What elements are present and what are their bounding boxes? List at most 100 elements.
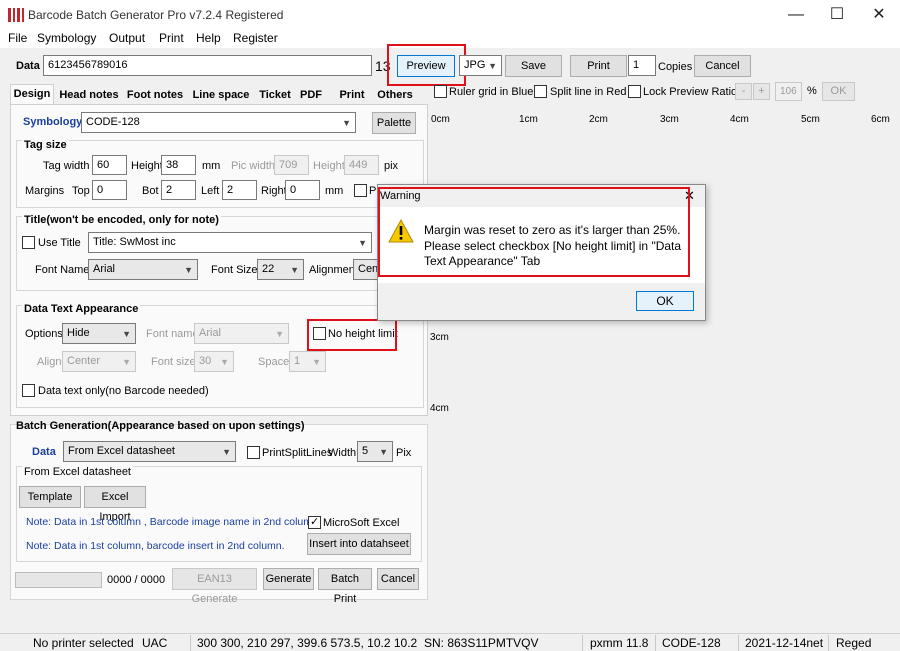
ruler-left-mark: 3cm [430,332,449,343]
alignment-label: Alignment [309,264,358,276]
note-image-name: Note: Data in 1st column , Barcode image… [26,516,318,528]
pic-height-label: Height [313,160,345,172]
menu-output[interactable]: Output [109,30,145,46]
pic-height-input[interactable]: 449 [344,155,379,175]
symbology-select[interactable]: CODE-128 ▼ [81,112,356,133]
dialog-ok-button[interactable]: OK [636,291,694,311]
menu-symbology[interactable]: Symbology [37,30,96,46]
maximize-icon[interactable]: ☐ [826,4,848,26]
status-code: CODE-128 [662,636,721,650]
print-split-lines-checkbox[interactable] [247,446,260,459]
copies-input[interactable]: 1 [628,55,656,76]
split-line-checkbox[interactable] [534,85,547,98]
menu-help[interactable]: Help [196,30,221,46]
partial-checkbox[interactable] [354,184,367,197]
data-source-select[interactable]: From Excel datasheet ▼ [63,441,236,462]
tab-foot-notes[interactable]: Foot notes [124,86,186,104]
chevron-down-icon: ▼ [290,265,299,275]
split-width-value: 5 [362,445,369,457]
chevron-down-icon: ▼ [275,329,284,339]
margin-left-input[interactable]: 2 [222,180,257,200]
generate-button[interactable]: Generate [263,568,314,590]
data-text-only-label: Data text only(no Barcode needed) [38,385,209,397]
margin-right-input[interactable]: 0 [285,180,320,200]
symbology-label: Symbology [23,116,83,128]
chevron-down-icon: ▼ [379,447,388,457]
status-printer: No printer selected [33,636,134,650]
chevron-down-icon: ▼ [184,265,193,275]
dt-font-name-select[interactable]: Arial ▼ [194,323,289,344]
menu-print[interactable]: Print [159,30,184,46]
ratio-input[interactable]: 106 [775,82,802,101]
batch-cancel-button[interactable]: Cancel [377,568,419,590]
excel-import-button[interactable]: Excel Import [84,486,146,523]
dt-font-size-label: Font size [151,356,196,368]
insert-datasheet-button[interactable]: Insert into datahseet [307,533,411,555]
save-button[interactable]: Save [505,55,562,77]
dt-font-name-value: Arial [199,327,222,339]
format-select[interactable]: JPG ▼ [459,55,502,76]
ean13-generate-button[interactable]: EAN13 Generate [172,568,257,605]
zoom-plus-button[interactable]: + [753,83,770,100]
status-bar: No printer selected UAC 300 300, 210 297… [0,633,900,651]
tag-height-input[interactable]: 38 [161,155,196,175]
ruler-top-mark: 1cm [519,114,538,125]
menu-file[interactable]: File [8,30,27,46]
status-serial: SN: 863S11PMTVQV [424,636,539,650]
status-uac: UAC [142,636,168,650]
menu-register[interactable]: Register [233,30,278,46]
tag-width-input[interactable]: 60 [92,155,127,175]
preview-highlight [387,44,466,86]
batch-heading: Batch Generation(Appearance based on upo… [16,420,305,432]
space-value: 1 [294,355,301,367]
margins-unit-label: mm [325,185,344,197]
options-value: Hide [67,327,90,339]
font-name-select[interactable]: Arial ▼ [88,259,198,280]
print-split-lines-label: PrintSplitLines [262,447,333,459]
align-select[interactable]: Center ▼ [62,351,136,372]
space-select[interactable]: 1 ▼ [289,351,326,372]
font-size-label: Font Size [211,264,258,276]
split-width-select[interactable]: 5 ▼ [357,441,393,462]
pic-width-label: Pic width [231,160,276,172]
lock-ratio-label: Lock Preview Ratio [643,86,738,98]
title-value: Title: SwMost inc [93,236,176,248]
tab-line-space[interactable]: Line space [190,86,252,104]
title-select[interactable]: Title: SwMost inc ▼ [88,232,372,253]
status-separator [738,635,739,651]
tab-ticket[interactable]: Ticket [256,86,294,104]
close-icon[interactable]: ✕ [868,4,890,26]
font-name-value: Arial [93,263,116,275]
excel-subheading: From Excel datasheet [22,466,133,478]
tab-head-notes[interactable]: Head notes [58,86,120,104]
microsoft-excel-checkbox[interactable] [308,515,321,529]
chevron-down-icon: ▼ [358,238,367,248]
ratio-ok-button[interactable]: OK [822,82,855,101]
margin-bot-input[interactable]: 2 [161,180,196,200]
data-text-only-checkbox[interactable] [22,384,35,397]
margin-top-input[interactable]: 0 [92,180,127,200]
use-title-checkbox[interactable] [22,236,35,249]
lock-ratio-checkbox[interactable] [628,85,641,98]
tab-design[interactable]: Design [10,84,54,105]
chevron-down-icon: ▼ [220,357,229,367]
print-button[interactable]: Print [570,55,627,77]
tab-pdf[interactable]: PDF [298,86,324,104]
tab-others[interactable]: Others [374,86,416,104]
template-button[interactable]: Template [19,486,81,508]
minimize-icon[interactable]: — [785,4,807,26]
font-size-select[interactable]: 22 ▼ [257,259,304,280]
batch-print-button[interactable]: Batch Print [318,568,372,605]
barcode-app-icon [8,8,24,22]
data-input[interactable]: 6123456789016 [43,55,372,76]
tag-size-heading: Tag size [22,139,69,151]
options-select[interactable]: Hide ▼ [62,323,136,344]
ruler-grid-checkbox[interactable] [434,85,447,98]
ruler-top-mark: 5cm [801,114,820,125]
pic-width-input[interactable]: 709 [274,155,309,175]
cancel-button[interactable]: Cancel [694,55,751,77]
palette-button[interactable]: Palette [372,112,416,134]
tab-print[interactable]: Print [334,86,370,104]
zoom-minus-button[interactable]: - [735,83,752,100]
dt-font-size-select[interactable]: 30 ▼ [194,351,234,372]
